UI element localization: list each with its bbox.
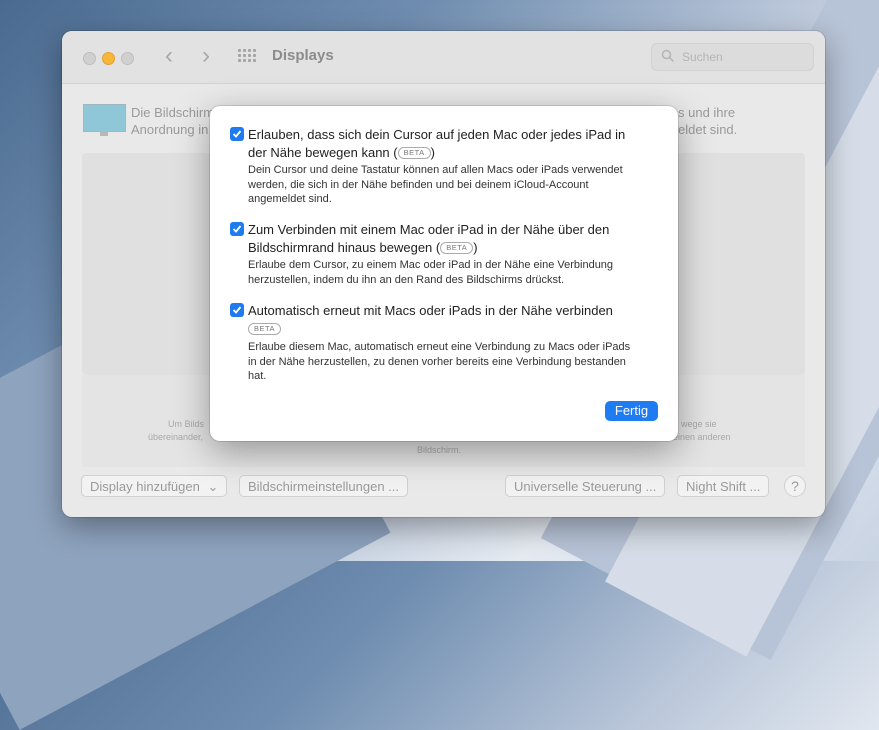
window-title: Displays — [272, 47, 334, 64]
close-window-button[interactable] — [83, 52, 96, 65]
option-push-through-edge: Zum Verbinden mit einem Mac oder iPad in… — [230, 221, 660, 291]
show-all-grid-icon[interactable] — [238, 49, 256, 65]
hint-left-line1: Um Bilds — [168, 419, 205, 429]
display-stand-icon — [100, 131, 108, 136]
description-line: Dein Cursor und deine Tastatur können au… — [248, 164, 623, 176]
forward-button[interactable]: › — [195, 44, 217, 69]
description-line: in der Nähe herzustellen, zu denen vorhe… — [248, 355, 626, 368]
allow-cursor-checkbox[interactable] — [230, 127, 244, 141]
description-line: herzustellen, indem du ihn an den Rand d… — [248, 273, 565, 286]
search-icon — [661, 49, 675, 63]
chevron-down-icon: ⌄ — [207, 479, 219, 494]
option-auto-reconnect: Automatisch erneut mit Macs oder iPads i… — [230, 302, 660, 392]
back-button[interactable]: ‹ — [158, 44, 180, 69]
description-right-line2: eldet sind. — [678, 122, 738, 137]
beta-badge: BETA — [440, 242, 474, 254]
checkmark-icon — [232, 306, 242, 314]
search-placeholder: Suchen — [682, 50, 723, 64]
option-description: Erlaube dem Cursor, zu einem Mac oder iP… — [248, 258, 668, 287]
add-display-label: Display hinzufügen — [90, 479, 200, 494]
push-through-edge-checkbox[interactable] — [230, 222, 244, 236]
title-bar: ‹ › Displays Suchen — [62, 31, 825, 84]
option-description: Dein Cursor und deine Tastatur können au… — [248, 163, 668, 207]
auto-reconnect-checkbox[interactable] — [230, 303, 244, 317]
option-title-paren: ) — [473, 240, 478, 255]
hint-left-line2: übereinander, — [148, 432, 204, 442]
beta-badge: BETA — [248, 323, 282, 335]
description-left-line2: Anordnung in — [131, 122, 209, 137]
option-title-line2: Bildschirmrand hinaus bewegen ( — [248, 240, 441, 255]
description-line: Erlaube dem Cursor, zu einem Mac oder iP… — [248, 259, 614, 271]
night-shift-button[interactable]: Night Shift ... — [677, 475, 770, 497]
option-title-line1: Zum Verbinden mit einem Mac oder iPad in… — [248, 222, 610, 237]
option-title-line2: der Nähe bewegen kann ( — [248, 145, 398, 160]
display-settings-button[interactable]: Bildschirmeinstellungen ... — [239, 475, 409, 497]
description-left-line1: Die Bildschirm — [131, 105, 215, 120]
hint-right-line1: wege sie — [681, 419, 717, 429]
option-allow-cursor: Erlauben, dass sich dein Cursor auf jede… — [230, 126, 660, 226]
add-display-button[interactable]: Display hinzufügen ⌄ — [81, 475, 228, 497]
description-line: angemeldet sind. — [248, 193, 332, 205]
display-icon — [83, 104, 126, 132]
option-title: Zum Verbinden mit einem Mac oder iPad in… — [248, 221, 668, 257]
description-line: hat. — [248, 370, 267, 382]
option-title: Erlauben, dass sich dein Cursor auf jede… — [248, 126, 668, 162]
checkmark-icon — [232, 225, 242, 233]
minimize-window-button[interactable] — [102, 52, 115, 65]
search-field[interactable]: Suchen — [651, 43, 814, 71]
hint-bottom-line: Bildschirm. — [417, 445, 462, 455]
beta-badge: BETA — [397, 147, 431, 159]
option-title: Automatisch erneut mit Macs oder iPads i… — [248, 302, 668, 338]
option-title-paren: ) — [430, 145, 435, 160]
done-button[interactable]: Fertig — [605, 401, 658, 421]
universal-control-button[interactable]: Universelle Steuerung ... — [505, 475, 666, 497]
zoom-window-button[interactable] — [121, 52, 134, 65]
hint-right-line2: einen anderen — [673, 432, 731, 442]
universal-control-dialog: Erlauben, dass sich dein Cursor auf jede… — [210, 106, 678, 441]
description-line: Erlaube diesem Mac, automatisch erneut e… — [248, 341, 631, 353]
option-description: Erlaube diesem Mac, automatisch erneut e… — [248, 340, 668, 384]
description-line: werden, die sich in der Nähe befinden un… — [248, 178, 589, 191]
help-button[interactable]: ? — [784, 475, 806, 497]
option-title-line1: Automatisch erneut mit Macs oder iPads i… — [248, 303, 613, 318]
option-title-line1: Erlauben, dass sich dein Cursor auf jede… — [248, 127, 626, 142]
checkmark-icon — [232, 130, 242, 138]
description-right-line1: s und ihre — [678, 105, 736, 120]
